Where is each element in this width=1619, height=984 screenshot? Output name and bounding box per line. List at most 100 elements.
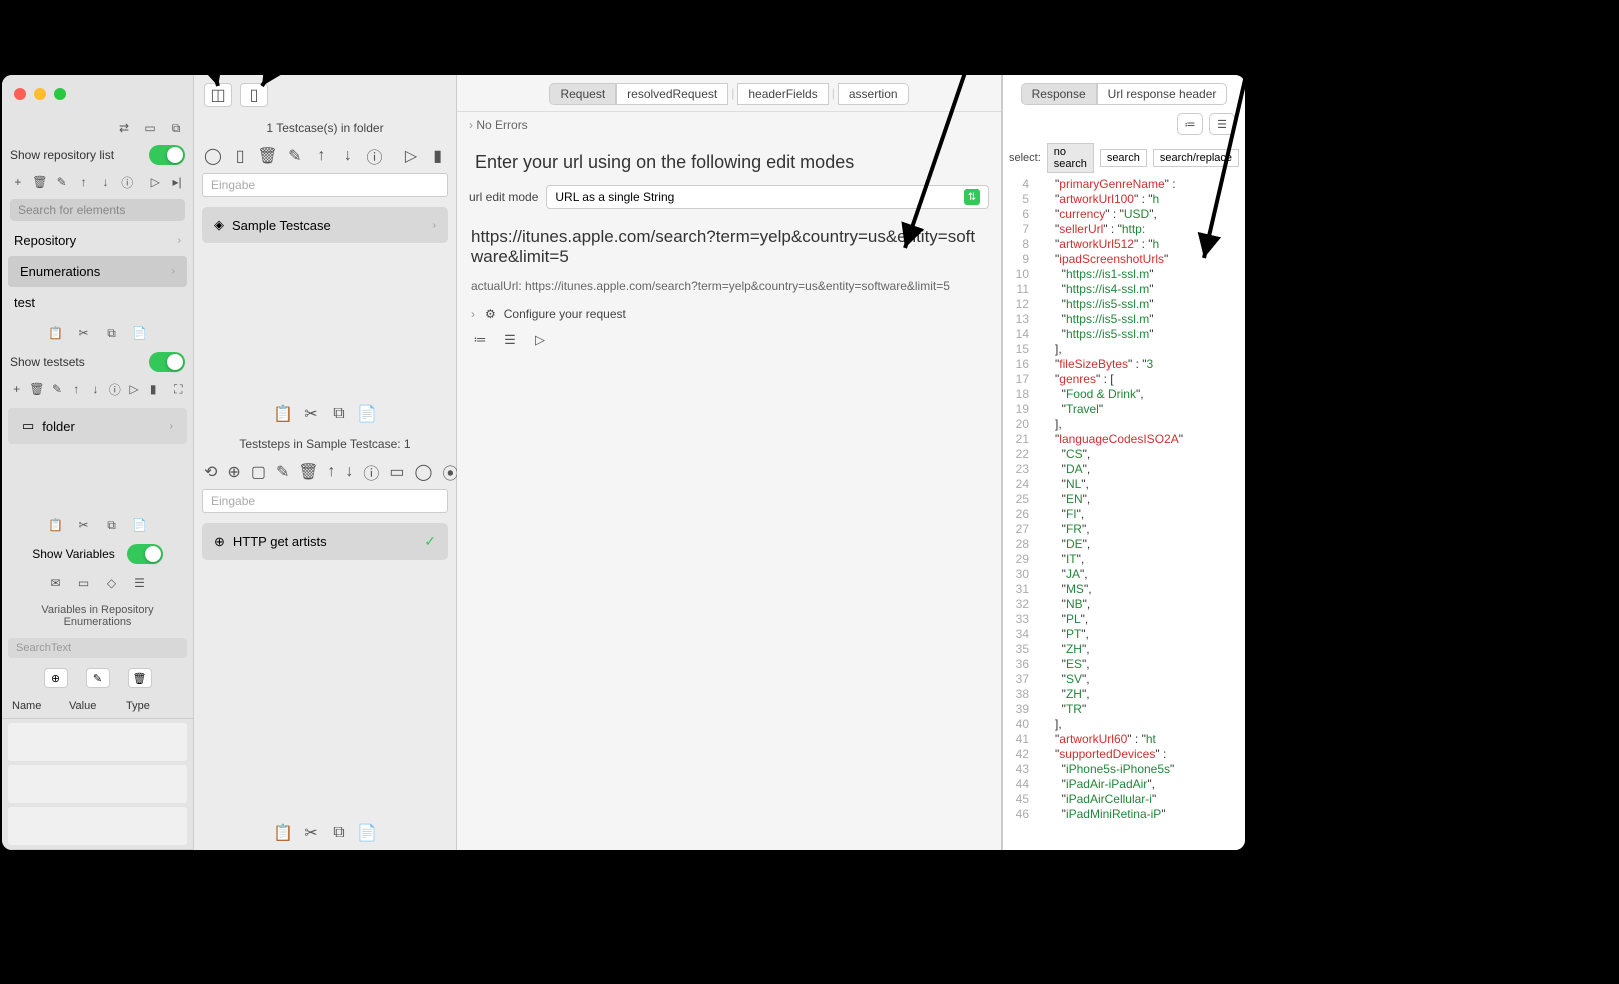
cut-icon[interactable]: ✂ [302,405,320,423]
show-repo-toggle[interactable] [149,145,185,165]
play-icon[interactable]: ▷ [147,173,163,191]
skip-icon[interactable]: ▸| [169,173,185,191]
clipboard-icon[interactable]: 📋 [47,516,65,534]
add-var-button[interactable]: ⊕ [44,668,68,688]
url-edit-mode-select[interactable]: URL as a single String ⇅ [546,185,989,209]
list-icon[interactable]: ☰ [131,574,149,592]
copy2-icon[interactable]: ⧉ [330,824,348,842]
code-view[interactable]: 4 "primaryGenreName" :5 "artworkUrl100" … [1003,177,1245,850]
tab-resolved-request[interactable]: resolvedRequest [616,83,728,105]
down-icon[interactable]: ↓ [345,463,353,481]
list-icon[interactable]: ☰ [501,331,519,349]
info-icon[interactable]: ⓘ [363,463,379,481]
copy2-icon[interactable]: ⧉ [103,324,121,342]
play-icon[interactable]: ▷ [531,331,549,349]
edit-icon[interactable]: ✎ [286,147,303,165]
copy2-icon[interactable]: ⧉ [103,516,121,534]
marker-icon[interactable]: ▮ [147,380,160,398]
clipboard-icon[interactable]: 📋 [274,405,292,423]
cut-icon[interactable]: ✂ [75,324,93,342]
text-icon[interactable]: ≔ [471,331,489,349]
down-icon[interactable]: ↓ [89,380,102,398]
tab-request[interactable]: Request [549,83,616,105]
globe-icon[interactable]: ⊕ [227,463,240,481]
teststep-item[interactable]: ⊕ HTTP get artists ✓ [202,523,448,560]
marker-icon[interactable]: ▮ [429,147,446,165]
panel-toggle-button[interactable]: ▯ [240,83,268,107]
tab-response[interactable]: Response [1021,83,1097,105]
search-text-input[interactable]: SearchText [8,638,187,658]
info-icon[interactable]: ⓘ [366,147,383,165]
tab-assertion[interactable]: assertion [838,83,909,105]
delete-icon[interactable]: 🗑 [258,147,276,165]
mail-icon[interactable]: ✉ [47,574,65,592]
paste-icon[interactable]: 📄 [131,516,149,534]
info-icon[interactable]: ⓘ [119,173,135,191]
expand-icon[interactable]: ⛶ [172,380,185,398]
variable-row[interactable] [8,765,187,803]
delete-icon[interactable]: 🗑 [299,463,317,481]
url-value[interactable]: https://itunes.apple.com/search?term=yel… [457,217,1001,277]
down-icon[interactable]: ↓ [98,173,114,191]
edit-icon[interactable]: ✎ [50,380,63,398]
select-stepper-icon[interactable]: ⇅ [964,189,980,205]
clipboard-icon[interactable]: 📋 [47,324,65,342]
shield-icon[interactable]: ◇ [103,574,121,592]
search-seg-no-search[interactable]: no search [1047,143,1094,173]
add-icon[interactable]: + [10,380,23,398]
delete-icon[interactable]: 🗑 [29,380,44,398]
info-icon[interactable]: ⓘ [108,380,121,398]
maximize-window-button[interactable] [54,88,66,100]
search-elements-input[interactable]: Search for elements [10,199,185,221]
cut-icon[interactable]: ✂ [75,516,93,534]
swap-icon[interactable]: ⇄ [115,119,133,137]
clipboard-icon[interactable]: ▯ [232,147,249,165]
configure-request-row[interactable]: ⚙ Configure your request [457,303,1001,325]
up-icon[interactable]: ↑ [313,147,330,165]
circle-icon[interactable]: ◯ [414,463,432,481]
delete-var-button[interactable]: 🗑 [128,668,152,688]
search-seg-search-replace[interactable]: search/replace [1153,149,1239,167]
box-icon[interactable]: ▢ [251,463,266,481]
paste-icon[interactable]: 📄 [358,405,376,423]
add-icon[interactable]: + [10,173,26,191]
record-icon[interactable]: ⦿ [442,463,458,481]
view-mode-b[interactable]: ☰ [1209,113,1235,135]
back-icon[interactable]: ⟲ [204,463,217,481]
view-mode-a[interactable]: ≔ [1177,113,1203,135]
sidebar-item-repository[interactable]: Repository › [2,225,193,256]
testcase-item[interactable]: ◈ Sample Testcase › [202,207,448,243]
down-icon[interactable]: ↓ [340,147,357,165]
variable-row[interactable] [8,807,187,845]
show-testsets-toggle[interactable] [149,352,185,372]
sidebar-item-test[interactable]: test [2,287,193,318]
play-icon[interactable]: ▷ [403,147,420,165]
tab-url-response-header[interactable]: Url response header [1097,83,1228,105]
paste-icon[interactable]: 📄 [131,324,149,342]
sidebar-item-enumerations[interactable]: Enumerations › [8,256,187,287]
copy-icon[interactable]: ⧉ [167,119,185,137]
up-icon[interactable]: ↑ [327,463,335,481]
delete-icon[interactable]: 🗑 [32,173,48,191]
search-seg-search[interactable]: search [1100,149,1147,167]
variable-row[interactable] [8,723,187,761]
up-icon[interactable]: ↑ [70,380,83,398]
up-icon[interactable]: ↑ [76,173,92,191]
paste-icon[interactable]: 📄 [358,824,376,842]
rect-icon[interactable]: ▭ [389,463,404,481]
clipboard-icon[interactable]: 📋 [274,824,292,842]
show-variables-toggle[interactable] [127,544,163,564]
folder2-icon[interactable]: ▭ [75,574,93,592]
testcase-input[interactable]: Eingabe [202,173,448,197]
tab-header-fields[interactable]: headerFields [737,83,828,105]
edit-icon[interactable]: ✎ [54,173,70,191]
copy2-icon[interactable]: ⧉ [330,405,348,423]
check-icon[interactable]: ◯ [204,147,222,165]
play-icon[interactable]: ▷ [127,380,140,398]
edit-var-button[interactable]: ✎ [86,668,110,688]
folder-icon[interactable]: ▭ [141,119,159,137]
edit-icon[interactable]: ✎ [276,463,289,481]
close-window-button[interactable] [14,88,26,100]
folder-item[interactable]: ▭ folder › [8,408,187,444]
teststep-input[interactable]: Eingabe [202,489,448,513]
